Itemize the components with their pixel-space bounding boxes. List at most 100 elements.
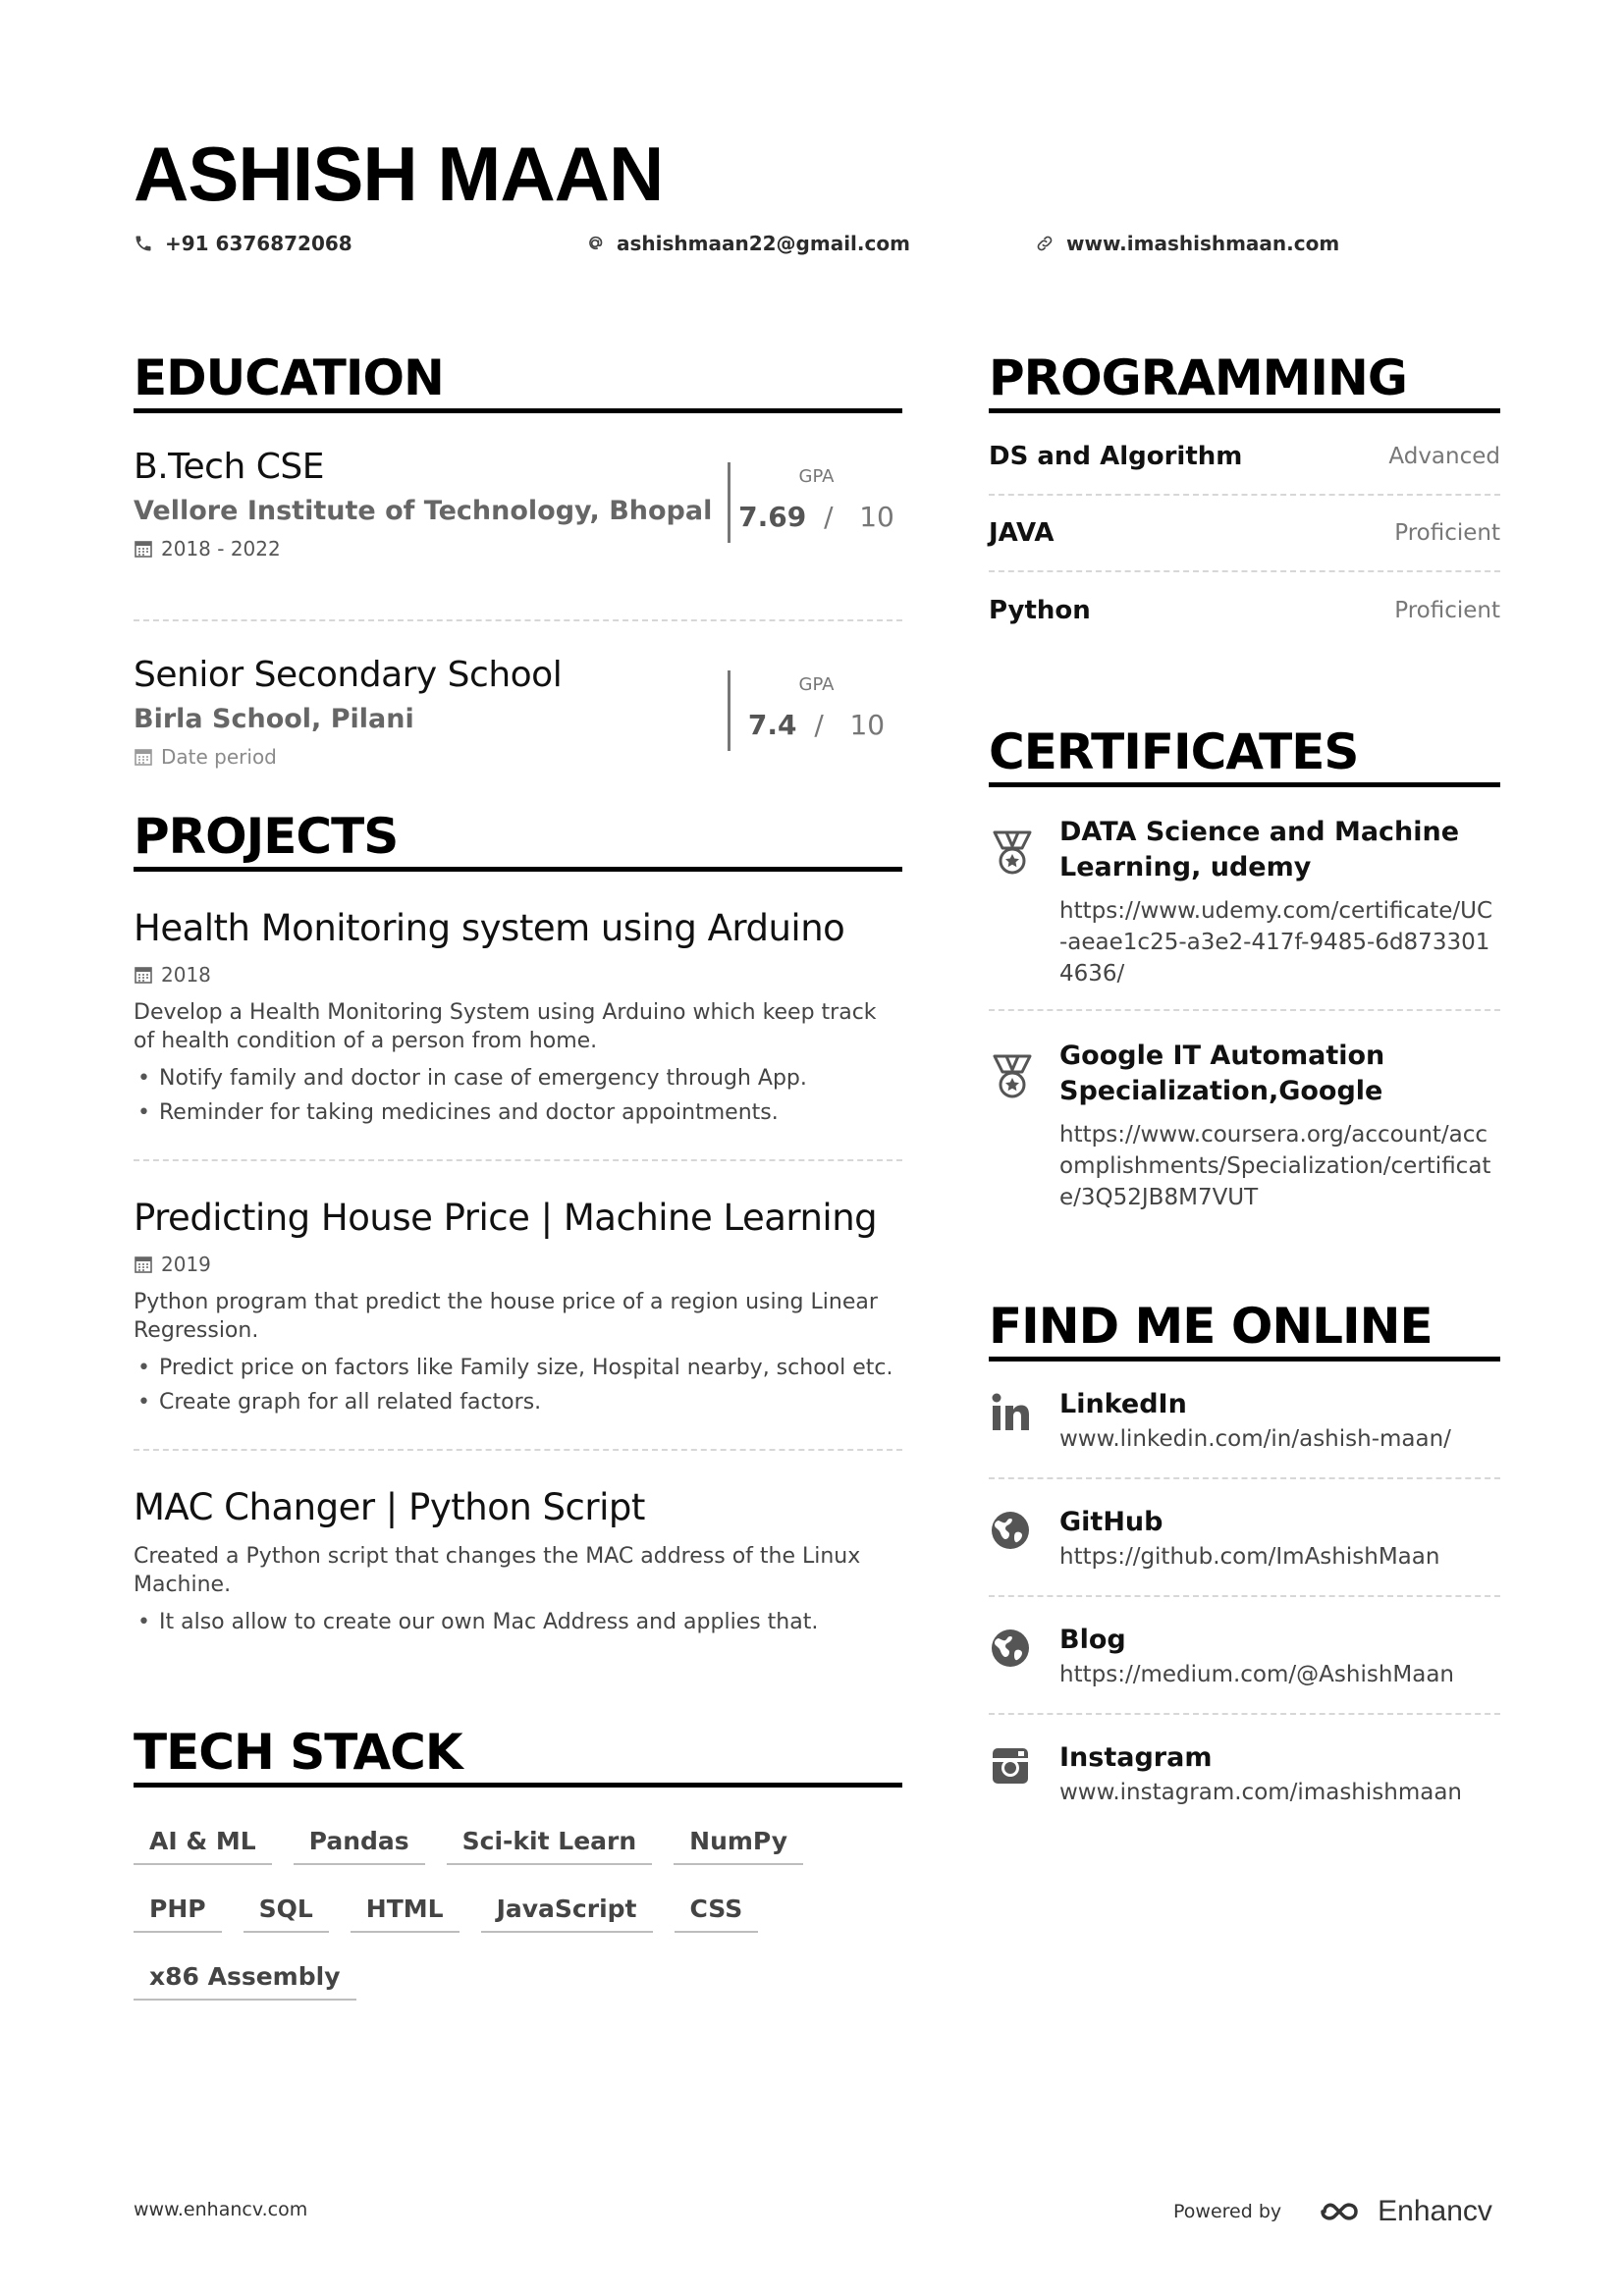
- online-url[interactable]: www.linkedin.com/in/ashish-maan/: [1059, 1422, 1451, 1456]
- resume-name: ASHISH MAAN: [134, 131, 664, 217]
- bullet: Reminder for taking medicines and doctor…: [134, 1095, 902, 1130]
- link-icon: [1037, 236, 1053, 251]
- project-item: Health Monitoring system using Arduino 2…: [134, 872, 902, 1161]
- online-title: LinkedIn: [1059, 1389, 1187, 1419]
- online-url[interactable]: www.instagram.com/imashishmaan: [1059, 1776, 1462, 1809]
- gpa-score: 7.69: [738, 501, 807, 533]
- at-icon: [589, 236, 603, 250]
- project-description: Created a Python script that changes the…: [134, 1544, 861, 1597]
- degree: Senior Secondary School: [134, 655, 563, 695]
- skill-row: JAVA Proficient: [989, 496, 1500, 572]
- education-item: Senior Secondary School Birla School, Pi…: [134, 655, 902, 773]
- tech-tag: CSS: [674, 1887, 759, 1933]
- online-item: Instagram www.instagram.com/imashishmaan: [989, 1715, 1500, 1831]
- certificate-title: DATA Science and Machine Learning, udemy: [1059, 817, 1460, 882]
- skill-level: Proficient: [1394, 598, 1500, 623]
- education-item: B.Tech CSE Vellore Institute of Technolo…: [134, 447, 902, 621]
- online-item: LinkedIn www.linkedin.com/in/ashish-maan…: [989, 1362, 1500, 1479]
- certificate-item: Google IT Automation Specialization,Goog…: [989, 1011, 1500, 1233]
- skill-name: JAVA: [989, 518, 1055, 548]
- online-title: GitHub: [1059, 1507, 1163, 1537]
- project-title: MAC Changer | Python Script: [134, 1486, 645, 1528]
- phone-icon: [135, 236, 151, 251]
- bullet: Notify family and doctor in case of emer…: [134, 1061, 902, 1095]
- right-column: PROGRAMMING DS and Algorithm Advanced JA…: [989, 353, 1500, 1831]
- tech-tag: SQL: [243, 1887, 329, 1933]
- gpa-label: GPA: [798, 466, 835, 487]
- phone-text: +91 6376872068: [165, 232, 352, 255]
- projects-title: PROJECTS: [134, 812, 902, 872]
- gpa-max: 10: [859, 501, 894, 533]
- project-bullets: Predict price on factors like Family siz…: [134, 1351, 902, 1419]
- tech-tag: Pandas: [293, 1819, 425, 1865]
- skill-row: DS and Algorithm Advanced: [989, 419, 1500, 496]
- gpa-box: GPA 7.69 / 10: [728, 462, 902, 543]
- brand-name: Enhancv: [1378, 2195, 1492, 2227]
- tech-tag: JavaScript: [480, 1887, 653, 1933]
- skill-name: Python: [989, 596, 1091, 625]
- instagram-icon: [993, 1748, 1028, 1784]
- project-description: Develop a Health Monitoring System using…: [134, 1000, 877, 1053]
- contact-email: ashishmaan22@gmail.com: [585, 232, 910, 255]
- project-description: Python program that predict the house pr…: [134, 1290, 878, 1343]
- gpa-max: 10: [849, 709, 886, 741]
- tech-stack-title: TECH STACK: [134, 1728, 902, 1788]
- website-text[interactable]: www.imashishmaan.com: [1066, 232, 1339, 255]
- degree: B.Tech CSE: [134, 447, 324, 487]
- certificate-url[interactable]: https://www.udemy.com/certificate/UC-aea…: [1059, 895, 1500, 989]
- infinity-logo-icon: [1321, 2203, 1358, 2220]
- education-title: EDUCATION: [134, 353, 902, 413]
- email-text[interactable]: ashishmaan22@gmail.com: [617, 232, 910, 255]
- project-date: 2019: [134, 1253, 902, 1276]
- tech-tags: AI & ML Pandas Sci-kit Learn NumPy PHP S…: [134, 1819, 902, 2022]
- bullet: It also allow to create our own Mac Addr…: [134, 1605, 902, 1639]
- gpa-sep: /: [814, 709, 824, 741]
- online-url[interactable]: https://medium.com/@AshishMaan: [1059, 1658, 1454, 1691]
- tech-tag: NumPy: [674, 1819, 804, 1865]
- online-title: Instagram: [1059, 1742, 1213, 1773]
- edu-date-text: 2018 - 2022: [161, 537, 281, 561]
- project-date-text: 2018: [161, 963, 211, 987]
- institution: Vellore Institute of Technology, Bhopal: [134, 496, 713, 526]
- online-url[interactable]: https://github.com/ImAshishMaan: [1059, 1540, 1439, 1574]
- calendar-icon: [135, 967, 152, 984]
- programming-title: PROGRAMMING: [989, 353, 1500, 413]
- institution: Birla School, Pilani: [134, 704, 414, 734]
- certificate-item: DATA Science and Machine Learning, udemy…: [989, 787, 1500, 1011]
- project-date: 2018: [134, 963, 902, 987]
- certificate-title: Google IT Automation Specialization,Goog…: [1059, 1041, 1385, 1106]
- project-item: MAC Changer | Python Script Created a Py…: [134, 1451, 902, 1669]
- online-item: Blog https://medium.com/@AshishMaan: [989, 1597, 1500, 1715]
- find-me-online-title: FIND ME ONLINE: [989, 1302, 1500, 1362]
- bullet: Predict price on factors like Family siz…: [134, 1351, 902, 1385]
- gpa-score: 7.4: [747, 709, 797, 741]
- calendar-icon: [135, 749, 152, 766]
- project-bullets: It also allow to create our own Mac Addr…: [134, 1605, 902, 1639]
- calendar-icon: [135, 1256, 152, 1273]
- project-title: Health Monitoring system using Arduino: [134, 907, 845, 949]
- edu-date-text: Date period: [161, 745, 277, 769]
- gpa-value: 7.69 / 10: [730, 501, 902, 533]
- linkedin-icon: [992, 1393, 1029, 1430]
- online-item: GitHub https://github.com/ImAshishMaan: [989, 1479, 1500, 1597]
- project-item: Predicting House Price | Machine Learnin…: [134, 1161, 902, 1451]
- tech-tag: AI & ML: [134, 1819, 272, 1865]
- edu-date: Date period: [134, 745, 277, 769]
- online-title: Blog: [1059, 1625, 1126, 1655]
- project-date-text: 2019: [161, 1253, 211, 1276]
- contact-website: www.imashishmaan.com: [1035, 232, 1339, 255]
- edu-date: 2018 - 2022: [134, 537, 281, 561]
- contact-phone: +91 6376872068: [134, 232, 352, 255]
- tech-tag: PHP: [134, 1887, 222, 1933]
- skill-level: Advanced: [1388, 444, 1500, 469]
- project-title: Predicting House Price | Machine Learnin…: [134, 1197, 878, 1239]
- certificate-url[interactable]: https://www.coursera.org/account/accompl…: [1059, 1119, 1500, 1213]
- skill-row: Python Proficient: [989, 572, 1500, 649]
- left-column: EDUCATION B.Tech CSE Vellore Institute o…: [134, 353, 902, 2022]
- enhancv-logo[interactable]: Enhancv: [1311, 2195, 1492, 2228]
- bullet: Create graph for all related factors.: [134, 1385, 902, 1419]
- certificates-title: CERTIFICATES: [989, 727, 1500, 787]
- footer-brand: Powered by Enhancv: [1173, 2195, 1492, 2228]
- gpa-label: GPA: [798, 674, 835, 695]
- footer-site[interactable]: www.enhancv.com: [134, 2199, 307, 2220]
